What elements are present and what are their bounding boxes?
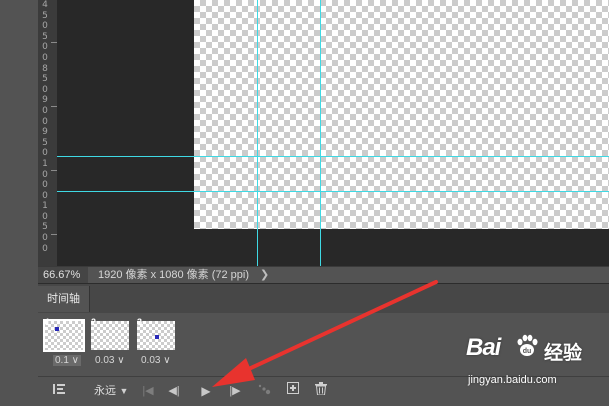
next-frame-icon[interactable]: |▶ [227,382,243,400]
animation-frame-3[interactable]: 3 0.03 ∨ [135,317,177,372]
frame-delay-value: 0.03 [141,355,161,366]
chevron-down-icon: ∨ [114,355,125,366]
ruler-digit: 5 [42,222,48,233]
frame-delay-dropdown[interactable]: 0.1 ∨ [53,355,82,366]
zoom-level-field[interactable]: 66.67% [38,267,88,284]
ruler-digit: 0 [42,211,48,222]
animation-frame-1[interactable]: 1 0.1 ∨ [43,317,85,372]
frame-dot [55,327,59,331]
first-frame-icon[interactable]: |◀ [140,382,156,400]
ruler-digit: 1 [42,158,48,169]
ruler-digit: 0 [42,148,48,159]
ruler-digit: 0 [42,190,48,201]
previous-frame-icon[interactable]: ◀| [166,382,182,400]
convert-to-video-timeline-icon[interactable] [50,382,68,400]
ruler-digit: 5 [42,74,48,85]
ruler-digit: 0 [42,169,48,180]
baidu-jingyan-watermark: Bai du 经验 jingyan.baidu.com [466,330,606,400]
chevron-down-icon: ∨ [68,355,80,366]
ruler-digit: 5 [42,137,48,148]
ruler-digit: 0 [42,42,48,53]
frame-number: 1 [45,317,51,327]
chevron-down-icon: ∨ [160,355,171,366]
frame-delay-value: 0.03 [95,355,115,366]
frame-number: 3 [137,317,143,327]
ruler-digit: 0 [42,180,48,191]
horizontal-guide[interactable] [57,156,609,157]
ruler-digit: 9 [42,127,48,138]
ruler-digit: 5 [42,31,48,42]
ruler-digit: 4 [42,0,48,10]
frame-number: 2 [91,317,97,327]
caret-down-icon[interactable]: ▼ [118,382,130,400]
ruler-digit: 0 [42,84,48,95]
ruler-digit: 1 [42,201,48,212]
vertical-guide[interactable] [320,0,321,266]
document-pasteboard[interactable] [57,0,609,266]
frame-delay-dropdown[interactable]: 0.03 ∨ [141,355,171,366]
trash-icon[interactable] [313,382,329,400]
tab-timeline[interactable]: 时间轴 [38,286,90,312]
ruler-digits: 450500850900950100010500 [40,0,50,254]
frame-dot [155,335,159,339]
ruler-digit: 0 [42,21,48,32]
ruler-digit: 0 [42,233,48,244]
horizontal-guide[interactable] [57,191,609,192]
ruler-digit: 0 [42,105,48,116]
document-size-info: 1920 像素 x 1080 像素 (72 ppi) [98,269,250,281]
frame-thumbnail [137,321,175,350]
watermark-brand-cn: 经验 [544,343,583,364]
vertical-ruler[interactable]: 450500850900950100010500 [38,0,57,266]
document-status-bar: 66.67% 1920 像素 x 1080 像素 (72 ppi) ❯ [38,266,609,284]
duplicate-frame-icon[interactable] [285,382,301,400]
tools-panel-strip [0,0,39,266]
tween-icon[interactable] [255,382,273,400]
ruler-digit: 5 [42,10,48,21]
svg-text:du: du [523,348,532,355]
ruler-digit: 0 [42,116,48,127]
baidu-paw-icon: du [517,334,538,356]
frame-delay-value: 0.1 [55,355,69,366]
watermark-url: jingyan.baidu.com [468,374,557,386]
frame-thumbnail [91,321,129,350]
watermark-brand: Bai [466,334,501,361]
play-icon[interactable]: ▶ [198,382,214,400]
frame-delay-dropdown[interactable]: 0.03 ∨ [95,355,125,366]
animation-frame-2[interactable]: 2 0.03 ∨ [89,317,131,372]
frame-thumbnail [43,319,85,352]
chevron-right-icon[interactable]: ❯ [260,267,269,284]
ruler-digit: 0 [42,52,48,63]
ruler-digit: 8 [42,63,48,74]
ruler-digit: 0 [42,243,48,254]
ruler-digit: 9 [42,95,48,106]
vertical-guide[interactable] [257,0,258,266]
